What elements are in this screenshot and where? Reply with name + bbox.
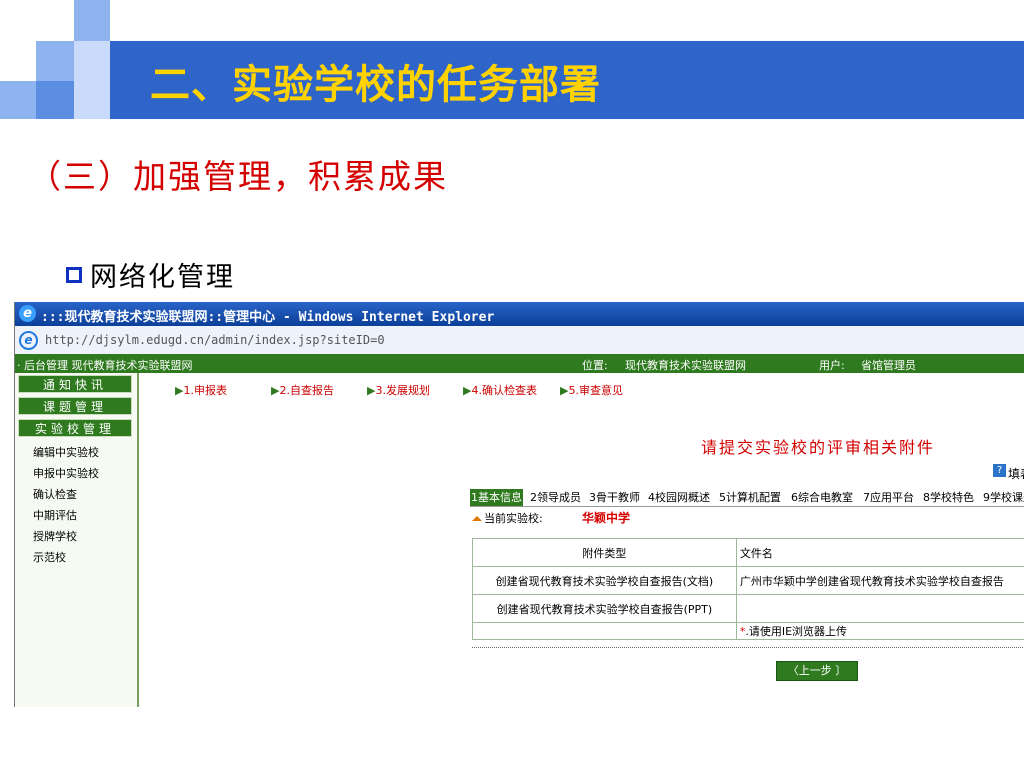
sidebar-button-topics[interactable]: 课题管理	[18, 397, 132, 415]
tab-computers[interactable]: 5计算机配置	[718, 489, 782, 506]
sidebar-link-midterm[interactable]: 中期评估	[33, 507, 77, 523]
location-label: 位置:	[582, 359, 608, 372]
tab-features[interactable]: 8学校特色	[922, 489, 975, 506]
deco-square	[36, 41, 74, 81]
deco-square	[36, 81, 74, 119]
table-note-row: *.请使用IE浏览器上传	[472, 622, 1024, 640]
table-row: 创建省现代教育技术实验学校自查报告(PPT)	[472, 594, 1024, 623]
attachments-table: 附件类型 文件名 创建省现代教育技术实验学校自查报告(文档) 广州市华颖中学创建…	[472, 538, 1024, 640]
sidebar-link-editing[interactable]: 编辑中实验校	[33, 444, 99, 460]
attachment-file[interactable]	[735, 594, 1024, 623]
sidebar-button-schools[interactable]: 实验校管理	[18, 419, 132, 437]
window-title-bar: e :::现代教育技术实验联盟网::管理中心 - Windows Interne…	[15, 302, 1024, 326]
sidebar-link-awarded[interactable]: 授牌学校	[33, 528, 77, 544]
deco-square	[74, 41, 110, 81]
column-header: 文件名	[735, 538, 1024, 567]
square-bullet-icon	[66, 266, 82, 283]
tab-platform[interactable]: 7应用平台	[862, 489, 915, 506]
deco-square	[74, 0, 110, 41]
tab-basic-info[interactable]: 1基本信息	[470, 489, 523, 506]
address-url[interactable]: http://djsylm.edugd.cn/admin/index.jsp?s…	[45, 333, 385, 347]
sidebar-link-demo[interactable]: 示范校	[33, 549, 66, 565]
step-link-3[interactable]: ▶3.发展规划	[367, 382, 430, 398]
prev-step-button[interactable]: 〈上一步 〕	[776, 661, 858, 681]
main-heading: 请提交实验校的评审相关附件	[701, 438, 936, 457]
browser-window: e :::现代教育技术实验联盟网::管理中心 - Windows Interne…	[14, 302, 1024, 707]
user-value: 省馆管理员	[861, 359, 916, 372]
help-text[interactable]: 填表	[1008, 465, 1024, 482]
sidebar-button-notice[interactable]: 通知快讯	[18, 375, 132, 393]
admin-top-bar: · 后台管理 现代教育技术实验联盟网 位置: 现代教育技术实验联盟网 用户: 省…	[15, 354, 1024, 373]
empty-cell	[472, 622, 737, 640]
tab-bar: 1基本信息 2领导成员 3骨干教师 4校园网概述 5计算机配置 6综合电教室 7…	[470, 489, 1024, 507]
bullet-item: 网络化管理	[66, 255, 235, 294]
location-value: 现代教育技术实验联盟网	[625, 359, 746, 372]
sidebar: 通知快讯 课题管理 实验校管理 编辑中实验校 申报中实验校 确认检查 中期评估 …	[15, 373, 139, 707]
window-title: :::现代教育技术实验联盟网::管理中心 - Windows Internet …	[41, 310, 495, 325]
step-link-2[interactable]: ▶2.自查报告	[271, 382, 334, 398]
tab-ae-room[interactable]: 6综合电教室	[790, 489, 854, 506]
column-header: 附件类型	[472, 538, 737, 567]
attachment-type: 创建省现代教育技术实验学校自查报告(PPT)	[472, 594, 737, 623]
tab-projects[interactable]: 9学校课题	[982, 489, 1024, 506]
step-link-1[interactable]: ▶1.申报表	[175, 382, 227, 398]
bullet-text: 网络化管理	[90, 262, 235, 293]
slide-title: 二、实验学校的任务部署	[150, 62, 601, 108]
upload-note: *.请使用IE浏览器上传	[735, 622, 1024, 640]
step-link-5[interactable]: ▶5.审查意见	[560, 382, 623, 398]
tab-campus-network[interactable]: 4校园网概述	[647, 489, 711, 506]
current-school-label: 当前实验校:	[472, 510, 543, 526]
admin-breadcrumb: · 后台管理 现代教育技术实验联盟网	[17, 359, 193, 372]
ie-page-icon: e	[19, 331, 38, 350]
sidebar-link-applying[interactable]: 申报中实验校	[33, 465, 99, 481]
table-row: 创建省现代教育技术实验学校自查报告(文档) 广州市华颖中学创建省现代教育技术实验…	[472, 566, 1024, 595]
deco-square	[74, 81, 110, 119]
home-icon	[472, 516, 482, 521]
table-header-row: 附件类型 文件名	[472, 538, 1024, 567]
address-bar[interactable]: e http://djsylm.edugd.cn/admin/index.jsp…	[15, 326, 1024, 355]
user-label: 用户:	[819, 359, 845, 372]
attachment-file[interactable]: 广州市华颖中学创建省现代教育技术实验学校自查报告	[735, 566, 1024, 595]
attachment-type: 创建省现代教育技术实验学校自查报告(文档)	[472, 566, 737, 595]
deco-square	[0, 81, 36, 119]
help-icon[interactable]: ?	[993, 464, 1006, 477]
current-school-name: 华颖中学	[582, 511, 631, 525]
divider	[472, 647, 1024, 648]
tab-teachers[interactable]: 3骨干教师	[588, 489, 641, 506]
ie-logo-icon: e	[19, 305, 36, 322]
sidebar-link-confirm[interactable]: 确认检查	[33, 486, 77, 502]
tab-leaders[interactable]: 2领导成员	[529, 489, 582, 506]
step-link-4[interactable]: ▶4.确认检查表	[463, 382, 537, 398]
slide-subtitle: （三）加强管理，积累成果	[28, 157, 448, 196]
